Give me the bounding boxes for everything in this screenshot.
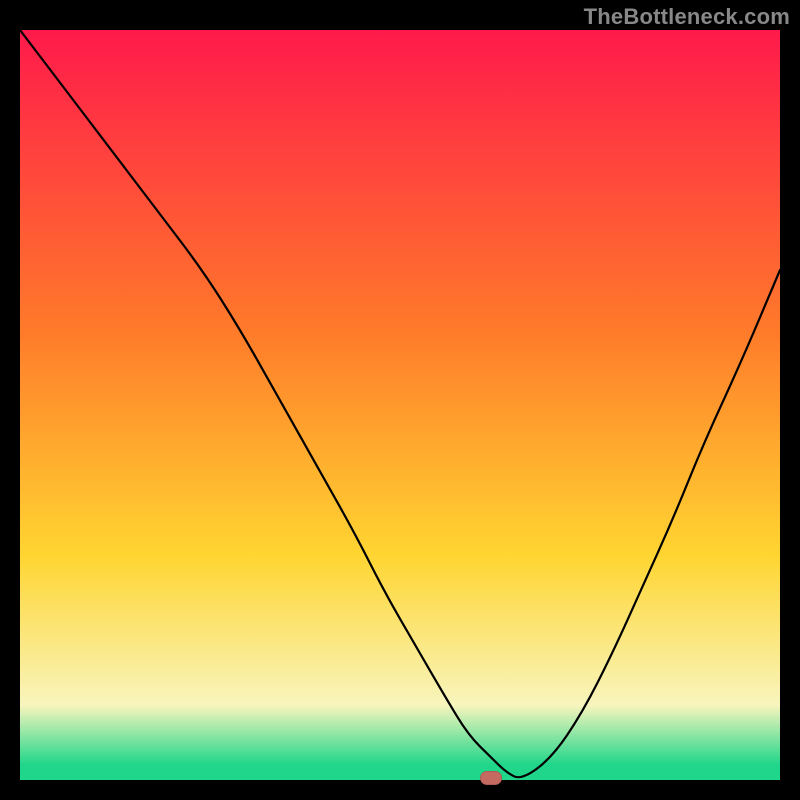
optimal-marker [480,771,502,785]
bottleneck-chart [20,30,780,780]
plot-area [20,30,780,780]
watermark-text: TheBottleneck.com [584,4,790,30]
gradient-background [20,30,780,780]
chart-frame: TheBottleneck.com [0,0,800,800]
